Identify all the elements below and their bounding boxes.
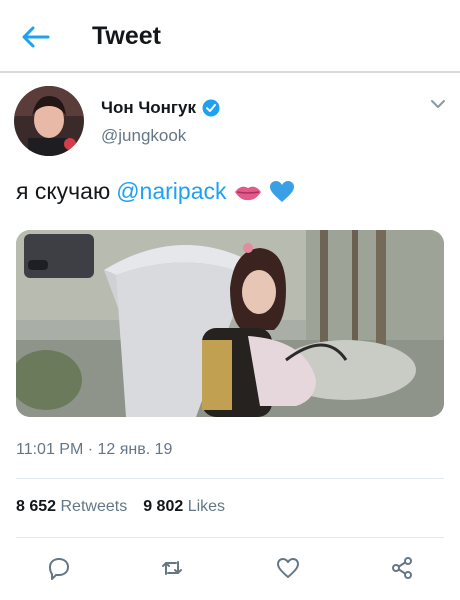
blue-heart-emoji-icon bbox=[269, 180, 294, 202]
tweet-text: я скучаю @naripack bbox=[16, 178, 295, 205]
author-display-name[interactable]: Чон Чонгук bbox=[101, 98, 196, 118]
mention-link[interactable]: @naripack bbox=[116, 178, 226, 205]
tweet-media-image[interactable] bbox=[16, 230, 444, 417]
like-button[interactable] bbox=[274, 554, 302, 582]
divider bbox=[16, 478, 444, 479]
heart-icon bbox=[277, 558, 299, 578]
retweet-icon bbox=[162, 561, 182, 575]
tweet-text-body: я скучаю bbox=[16, 178, 111, 204]
arrow-left-icon bbox=[22, 26, 50, 48]
tweet-actions-bar bbox=[0, 546, 460, 590]
top-bar: Tweet bbox=[0, 0, 460, 73]
reply-icon bbox=[49, 558, 69, 580]
likes-label: Likes bbox=[187, 498, 226, 515]
divider bbox=[16, 537, 444, 538]
tweet-timestamp: 11:01 PM · 12 янв. 19 bbox=[16, 441, 173, 458]
retweets-count: 8 652 bbox=[16, 498, 57, 515]
back-button[interactable] bbox=[18, 22, 52, 52]
reply-button[interactable] bbox=[44, 554, 72, 582]
author-name-row: Чон Чонгук bbox=[101, 98, 220, 118]
chevron-down-icon bbox=[431, 100, 445, 108]
retweet-button[interactable] bbox=[158, 554, 186, 582]
more-options-button[interactable] bbox=[428, 96, 448, 112]
author-handle[interactable]: @jungkook bbox=[101, 126, 186, 146]
avatar[interactable] bbox=[14, 86, 84, 156]
header-divider bbox=[0, 71, 460, 73]
page-title: Tweet bbox=[92, 22, 161, 50]
kiss-lips-emoji-icon bbox=[234, 186, 261, 200]
likes-stat[interactable]: 9 802 Likes bbox=[143, 498, 225, 516]
share-icon bbox=[392, 557, 412, 579]
tweet-stats: 8 652 Retweets 9 802 Likes bbox=[16, 498, 225, 516]
verified-badge-icon bbox=[202, 99, 220, 117]
retweets-stat[interactable]: 8 652 Retweets bbox=[16, 498, 127, 516]
retweets-label: Retweets bbox=[60, 498, 128, 515]
share-button[interactable] bbox=[388, 554, 416, 582]
likes-count: 9 802 bbox=[143, 498, 184, 515]
